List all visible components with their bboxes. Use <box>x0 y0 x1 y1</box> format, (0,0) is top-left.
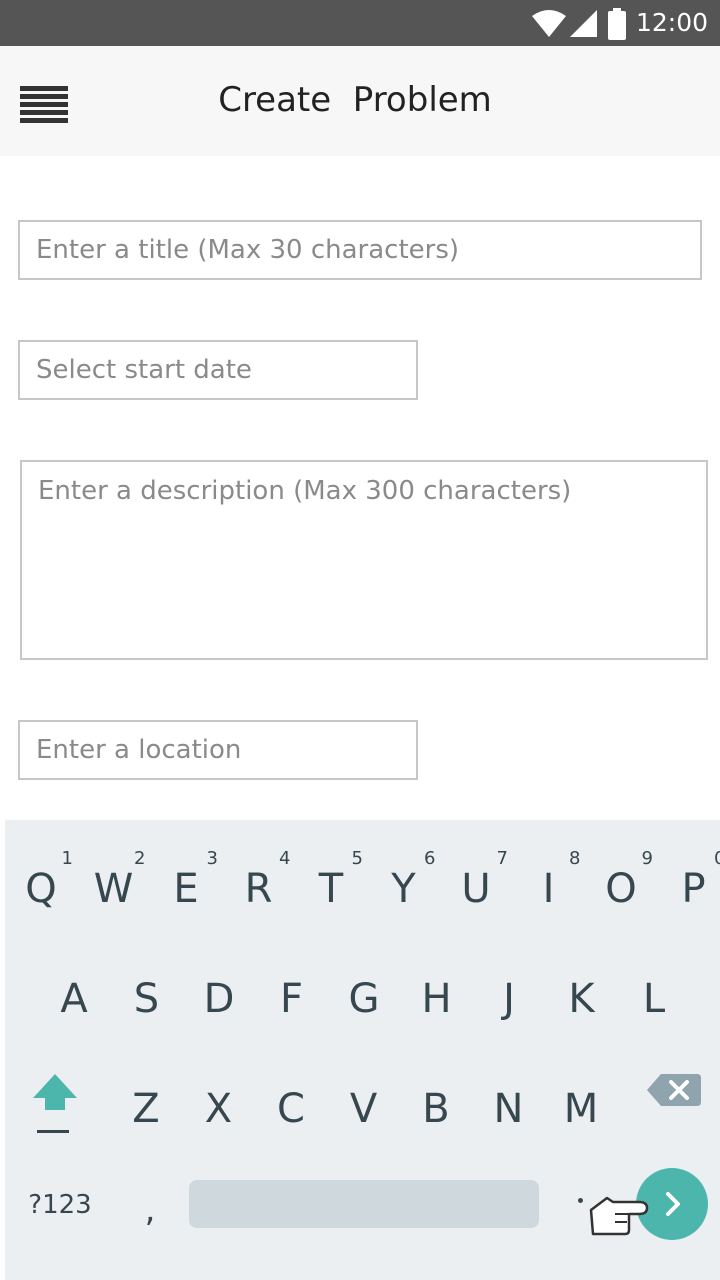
key-hint: 8 <box>569 848 581 869</box>
backspace-key[interactable] <box>645 1070 715 1120</box>
key-i[interactable]: I8 <box>513 838 585 918</box>
key-label: L <box>642 976 666 1022</box>
battery-icon <box>608 8 626 40</box>
key-label: R <box>244 866 273 912</box>
signal-icon <box>570 10 597 37</box>
key-x[interactable]: X <box>183 1058 255 1138</box>
key-label: M <box>563 1086 599 1132</box>
key-hint: 4 <box>279 848 291 869</box>
key-hint: 1 <box>61 848 73 869</box>
pointing-hand-icon <box>589 1196 649 1236</box>
key-p[interactable]: P0 <box>658 838 720 918</box>
key-r[interactable]: R4 <box>223 838 295 918</box>
key-o[interactable]: O9 <box>585 838 657 918</box>
key-e[interactable]: E3 <box>150 838 222 918</box>
key-s[interactable]: S <box>111 948 183 1028</box>
key-d[interactable]: D <box>183 948 255 1028</box>
key-u[interactable]: U7 <box>440 838 512 918</box>
key-label: J <box>503 976 515 1022</box>
shift-arrow-icon <box>33 1074 77 1110</box>
key-hint: 6 <box>424 848 436 869</box>
location-input[interactable] <box>18 720 418 780</box>
screen: 12:00 Create Problem Q1W2E3R4T5Y6U7I8O9P… <box>0 0 720 1280</box>
status-bar: 12:00 <box>0 0 720 46</box>
key-label: G <box>348 976 380 1022</box>
description-input[interactable] <box>20 460 708 660</box>
wifi-icon <box>532 10 566 37</box>
key-q[interactable]: Q1 <box>5 838 77 918</box>
key-label: S <box>133 976 160 1022</box>
start-date-input[interactable] <box>18 340 418 400</box>
key-n[interactable]: N <box>473 1058 545 1138</box>
backspace-icon <box>647 1074 701 1106</box>
status-time: 12:00 <box>636 8 709 37</box>
key-label: O <box>605 866 637 912</box>
key-label: Z <box>132 1086 160 1132</box>
key-label: P <box>681 866 706 912</box>
key-hint: 9 <box>641 848 653 869</box>
key-label: D <box>203 976 235 1022</box>
key-k[interactable]: K <box>546 948 618 1028</box>
key-label: B <box>422 1086 450 1132</box>
key-label: N <box>493 1086 524 1132</box>
key-label: V <box>349 1086 378 1132</box>
key-y[interactable]: Y6 <box>368 838 440 918</box>
shift-key[interactable] <box>21 1070 93 1140</box>
key-label: U <box>461 866 491 912</box>
key-c[interactable]: C <box>255 1058 327 1138</box>
key-label: H <box>421 976 452 1022</box>
page-title: Create Problem <box>218 80 492 120</box>
key-w[interactable]: W2 <box>78 838 150 918</box>
title-input[interactable] <box>18 220 702 280</box>
key-l[interactable]: L <box>618 948 690 1028</box>
key-label: K <box>568 976 595 1022</box>
key-a[interactable]: A <box>38 948 110 1028</box>
key-v[interactable]: V <box>328 1058 400 1138</box>
space-bar[interactable] <box>189 1180 539 1228</box>
key-f[interactable]: F <box>256 948 328 1028</box>
key-label: I <box>542 866 555 912</box>
key-hint: 5 <box>351 848 363 869</box>
key-b[interactable]: B <box>400 1058 472 1138</box>
key-label: C <box>277 1086 305 1132</box>
key-j[interactable]: J <box>473 948 545 1028</box>
key-label: A <box>60 976 88 1022</box>
key-z[interactable]: Z <box>110 1058 182 1138</box>
key-t[interactable]: T5 <box>295 838 367 918</box>
key-m[interactable]: M <box>545 1058 617 1138</box>
key-g[interactable]: G <box>328 948 400 1028</box>
key-hint: 0 <box>714 848 720 869</box>
key-label: E <box>173 866 199 912</box>
key-label: W <box>93 866 134 912</box>
comma-key[interactable]: , <box>125 1185 175 1235</box>
key-hint: 7 <box>496 848 508 869</box>
key-label: Y <box>391 866 416 912</box>
key-label: F <box>279 976 303 1022</box>
key-label: T <box>318 866 344 912</box>
key-h[interactable]: H <box>401 948 473 1028</box>
app-bar: Create Problem <box>0 46 720 156</box>
key-hint: 2 <box>134 848 146 869</box>
symbols-key[interactable]: ?123 <box>15 1185 105 1225</box>
key-hint: 3 <box>206 848 218 869</box>
key-label: Q <box>25 866 57 912</box>
soft-keyboard: Q1W2E3R4T5Y6U7I8O9P0 ASDFGHJKL ZXCVBNM ?… <box>5 820 720 1280</box>
key-label: X <box>204 1086 233 1132</box>
